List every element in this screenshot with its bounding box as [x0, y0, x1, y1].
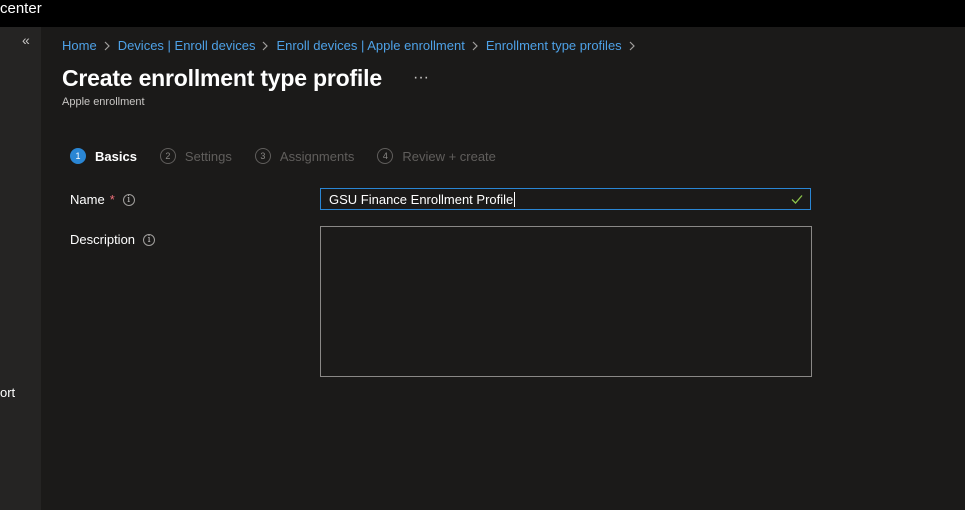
step-label: Assignments [279, 148, 355, 164]
step-number: 4 [377, 148, 394, 164]
main-pane: Home Devices | Enroll devices Enroll dev… [41, 27, 965, 510]
step-label: Settings [184, 148, 232, 164]
chevron-right-icon [472, 41, 479, 51]
page-title: Create enrollment type profile [62, 65, 382, 91]
name-input-value: GSU Finance Enrollment Profile [329, 191, 514, 207]
tab-review-create[interactable]: 4 Review + create [377, 148, 496, 164]
breadcrumb-home[interactable]: Home [62, 38, 97, 53]
app-title: center [0, 0, 42, 17]
info-icon[interactable]: i [143, 233, 156, 246]
description-textarea[interactable] [320, 226, 812, 377]
info-icon[interactable]: i [122, 193, 135, 206]
step-label: Basics [95, 148, 137, 164]
name-label-text: Name [70, 192, 105, 207]
page-subtitle: Apple enrollment [62, 96, 145, 108]
breadcrumb-enrollment-type-profiles[interactable]: Enrollment type profiles [486, 38, 622, 53]
checkmark-icon [790, 192, 804, 211]
nav-item-partial[interactable]: ort [0, 385, 15, 400]
name-field-label: Name * i [70, 192, 135, 207]
required-marker: * [109, 192, 115, 207]
description-field-label: Description i [70, 232, 156, 247]
step-number: 3 [254, 148, 271, 164]
chevron-right-icon [104, 41, 111, 51]
breadcrumb: Home Devices | Enroll devices Enroll dev… [62, 38, 643, 53]
tab-assignments[interactable]: 3 Assignments [254, 148, 355, 164]
breadcrumb-enroll-devices[interactable]: Devices | Enroll devices [118, 38, 256, 53]
step-number: 2 [159, 148, 176, 164]
step-number: 1 [70, 148, 86, 164]
name-input[interactable]: GSU Finance Enrollment Profile [320, 188, 811, 210]
collapse-nav-icon[interactable]: « [22, 33, 36, 47]
top-bar: center [0, 0, 965, 27]
tab-basics[interactable]: 1 Basics [70, 148, 137, 164]
text-caret [514, 191, 516, 207]
description-label-text: Description [70, 232, 136, 247]
chevron-right-icon [629, 41, 636, 51]
breadcrumb-apple-enrollment[interactable]: Enroll devices | Apple enrollment [276, 38, 464, 53]
left-navigation: « ort [0, 27, 41, 510]
chevron-right-icon [262, 41, 269, 51]
step-label: Review + create [402, 148, 496, 164]
more-options-icon[interactable]: ··· [413, 69, 429, 87]
tab-settings[interactable]: 2 Settings [159, 148, 232, 164]
wizard-steps: 1 Basics 2 Settings 3 Assignments 4 Revi… [70, 148, 519, 164]
